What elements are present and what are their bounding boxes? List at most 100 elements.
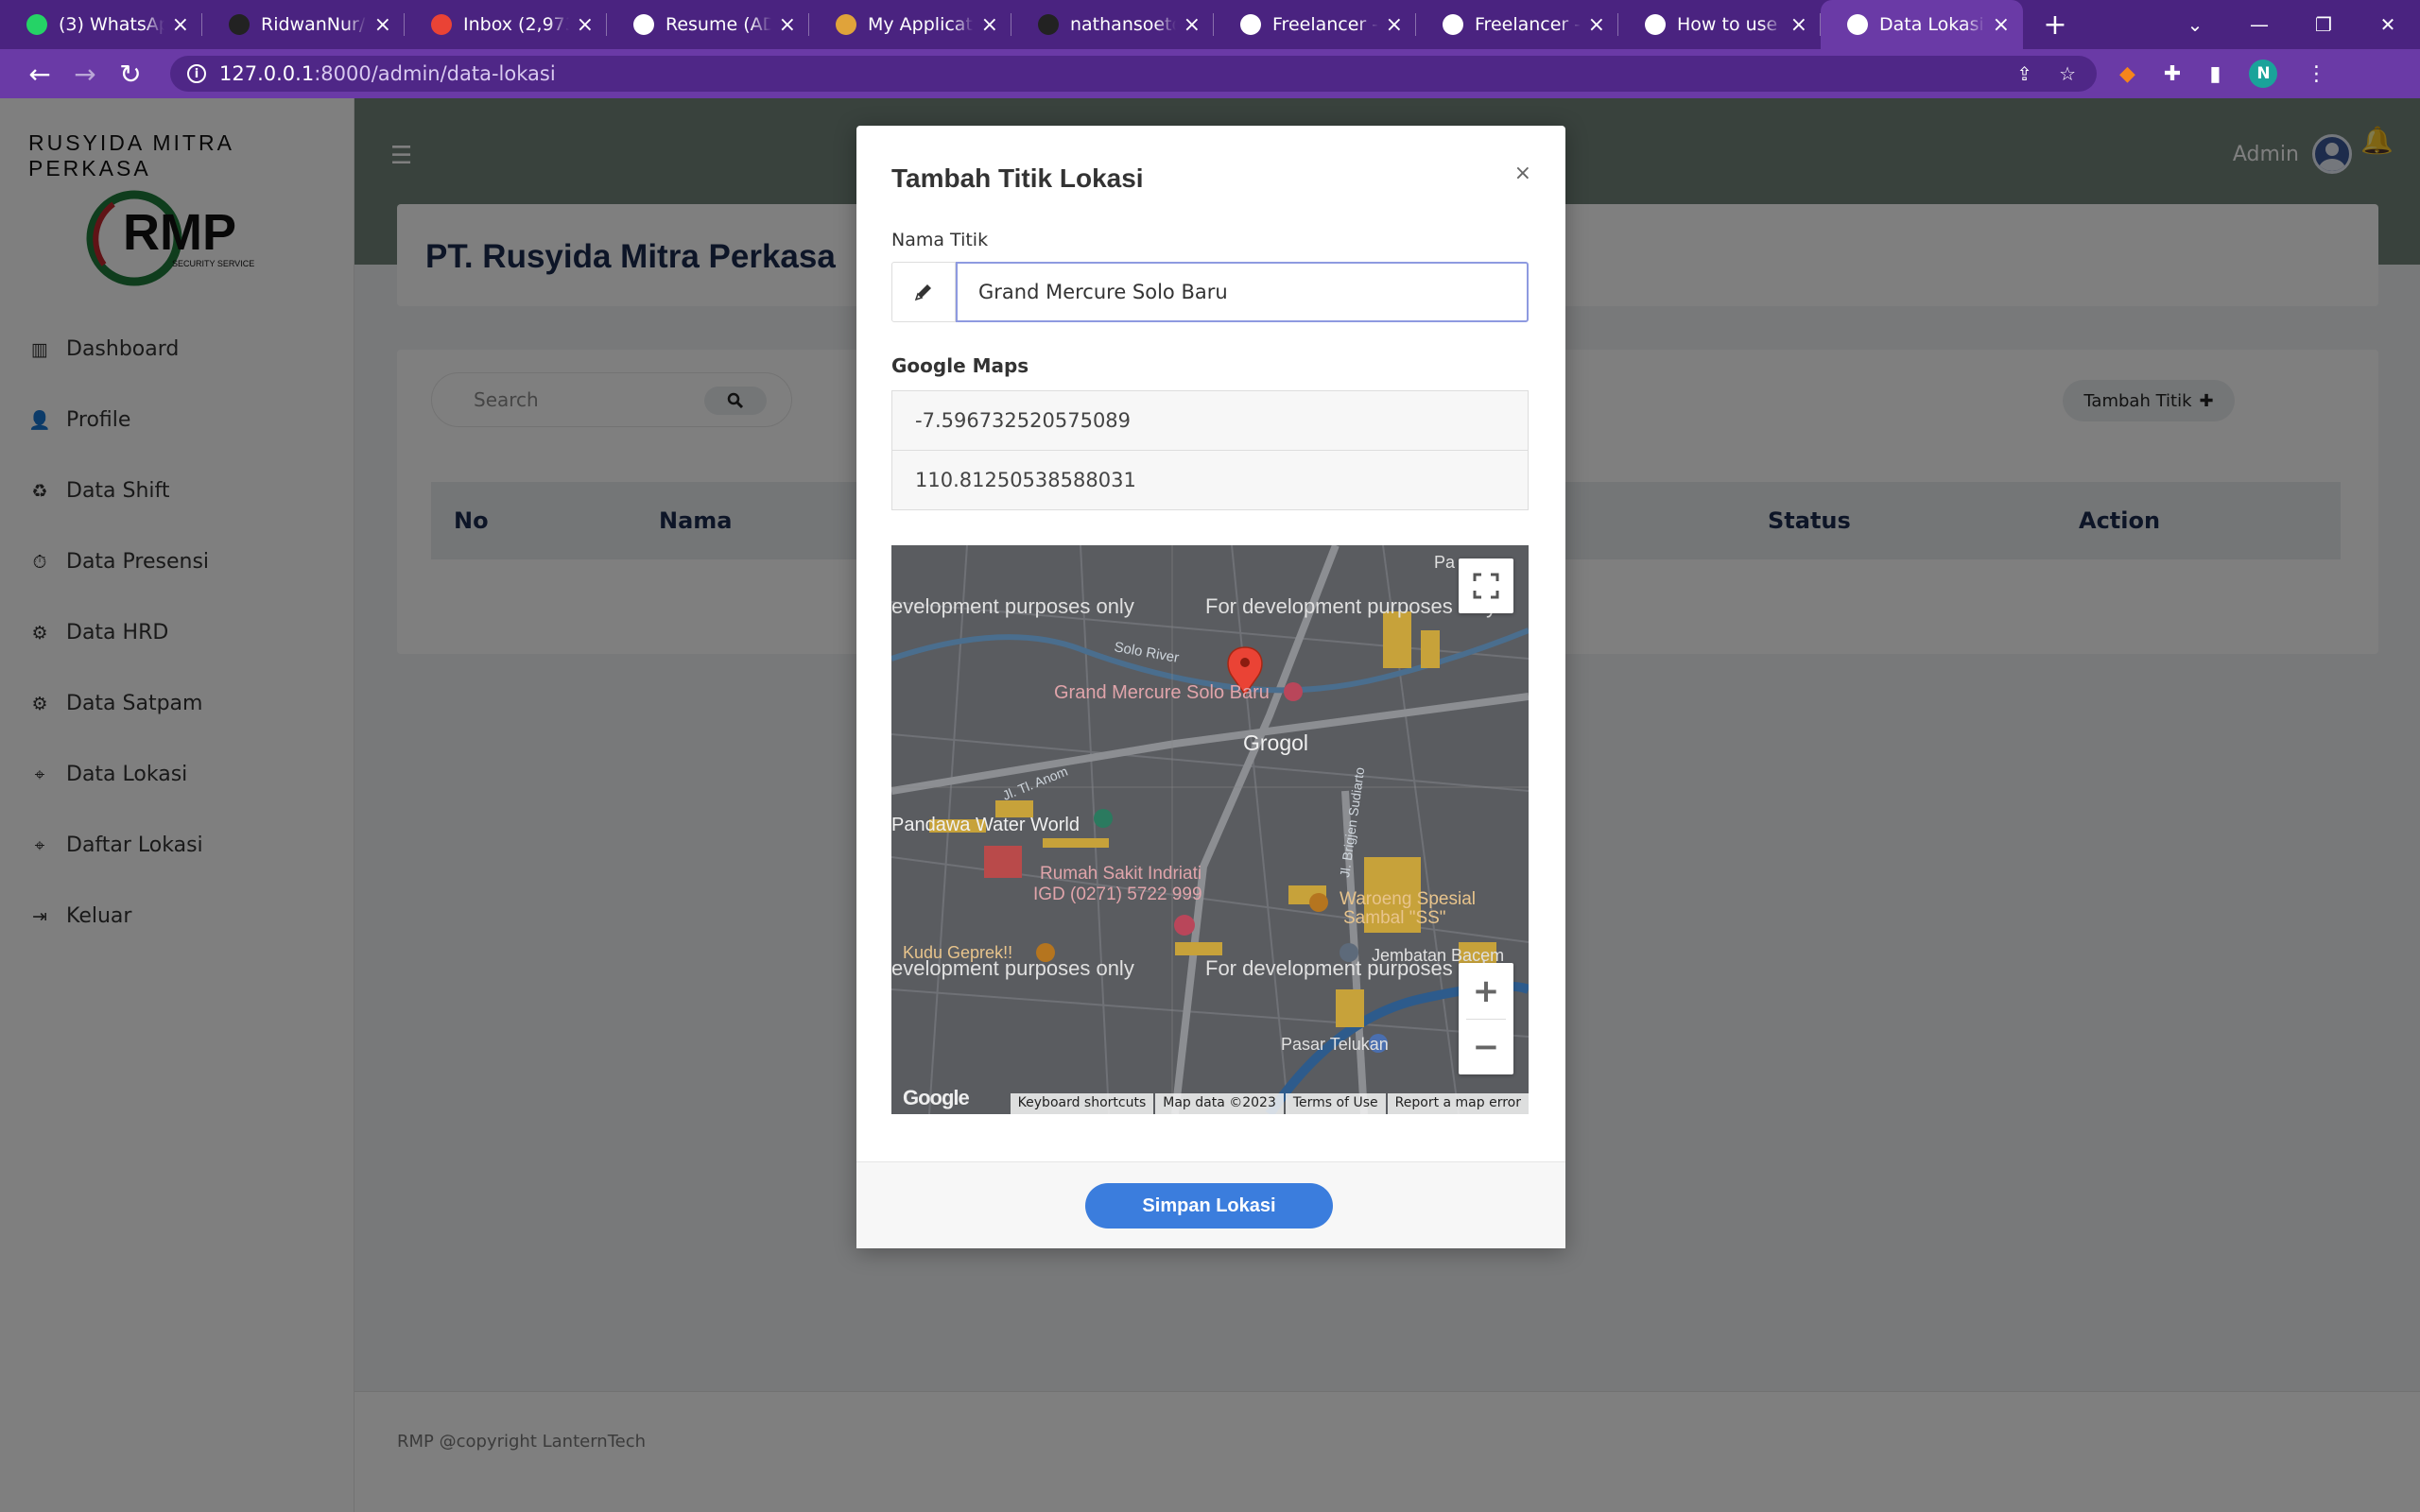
tab-title: nathansoetop [1070,14,1176,35]
map-watermark: For development purposes only [1205,594,1496,618]
google-logo: Google [903,1086,970,1109]
restaurant-poi-icon[interactable] [1309,893,1328,912]
browser-menu-icon[interactable]: ⋮ [2306,62,2326,86]
url-path: :8000/admin/data-lokasi [314,62,556,85]
address-toolbar: ← → ↻ i 127.0.0.1:8000/admin/data-lokasi… [0,49,2420,98]
map-label-top-right: Pa [1434,553,1456,572]
terms-of-use-link[interactable]: Terms of Use [1285,1093,1386,1114]
tab-title: Data Lokasi [1879,14,1984,35]
extensions-puzzle-icon[interactable]: ✚ [2164,62,2181,86]
browser-tab[interactable]: Inbox (2,973) - × [405,0,607,49]
profile-avatar[interactable]: N [2249,60,2278,88]
modal-close-button[interactable]: × [1514,162,1531,185]
reload-button[interactable]: ↻ [108,59,153,90]
tab-close-icon[interactable]: × [1993,13,2010,37]
tab-close-icon[interactable]: × [1184,13,1201,37]
globe-icon [1847,14,1868,35]
browser-tab[interactable]: Freelancer - N × [1416,0,1618,49]
tab-close-icon[interactable]: × [1386,13,1403,37]
zoom-control: + − [1459,963,1513,1074]
restore-button[interactable]: ❐ [2291,13,2356,36]
app-icon [836,14,856,35]
tab-title: Inbox (2,973) - [463,14,569,35]
map-watermark: evelopment purposes only [891,594,1134,618]
map-canvas[interactable]: evelopment purposes only For development… [891,545,1529,1114]
github-icon [1038,14,1059,35]
browser-tab-strip: (3) WhatsApp×RidwanNur/pr×Inbox (2,973) … [0,0,2420,49]
google-maps-label: Google Maps [891,354,1029,377]
tab-close-icon[interactable]: × [1790,13,1807,37]
tab-close-icon[interactable]: × [577,13,594,37]
globe-icon [1240,14,1261,35]
keyboard-shortcuts-link[interactable]: Keyboard shortcuts [1010,1093,1154,1114]
person-icon [1645,14,1666,35]
url-bar[interactable]: i 127.0.0.1:8000/admin/data-lokasi ⇪ ☆ [170,56,2097,92]
name-label: Nama Titik [891,230,989,250]
tab-title: (3) WhatsApp [59,14,164,35]
browser-tab[interactable]: My Application × [809,0,1011,49]
close-window-button[interactable]: ✕ [2356,13,2420,36]
map-label-hotel: Grand Mercure Solo Baru [1054,682,1270,703]
site-info-icon[interactable]: i [187,64,206,83]
modal-footer: Simpan Lokasi [856,1161,1565,1248]
google-map[interactable]: evelopment purposes only For development… [891,545,1529,1114]
map-label-jembatan: Jembatan Bacem [1372,946,1504,965]
side-panel-icon[interactable]: ▮ [2209,62,2221,86]
map-label-brigjen: Jl. Brigjen Sudiarto [1337,766,1367,879]
latitude-field[interactable]: -7.596732520575089 [891,390,1529,451]
map-label-hospital-phone: IGD (0271) 5722 999 [1033,885,1202,904]
zoom-divider [1466,1019,1506,1020]
save-location-button[interactable]: Simpan Lokasi [1085,1183,1333,1228]
fullscreen-icon [1473,573,1499,599]
tab-close-icon[interactable]: × [172,13,189,37]
zoom-in-button[interactable]: + [1459,963,1513,1019]
map-label-grogol: Grogol [1243,730,1308,755]
forward-button[interactable]: → [62,59,108,90]
window-controls: ⌄ — ❐ ✕ [2163,0,2420,49]
browser-tab[interactable]: Data Lokasi × [1821,0,2023,49]
tab-title: How to use La [1677,14,1783,35]
browser-tab[interactable]: How to use La × [1618,0,1821,49]
map-label-pasar-telukan: Pasar Telukan [1281,1035,1389,1054]
map-label-water-world: Pandawa Water World [891,815,1080,835]
browser-tab[interactable]: Freelancer - N × [1214,0,1416,49]
tab-close-icon[interactable]: × [779,13,796,37]
tab-close-icon[interactable]: × [981,13,998,37]
fullscreen-button[interactable] [1459,558,1513,613]
report-map-error-link[interactable]: Report a map error [1387,1093,1529,1114]
minimize-button[interactable]: — [2227,13,2291,36]
browser-tab[interactable]: RidwanNur/pr × [202,0,405,49]
water-park-poi-icon[interactable] [1094,809,1113,828]
tab-close-icon[interactable]: × [374,13,391,37]
hotel-poi-icon[interactable] [1284,682,1303,701]
location-name-input[interactable] [956,262,1529,322]
bookmark-star-icon[interactable]: ☆ [2059,62,2076,85]
pencil-icon [891,262,956,322]
longitude-field[interactable]: 110.81250538588031 [891,450,1529,510]
add-location-modal: Tambah Titik Lokasi × Nama Titik Google … [856,126,1565,1248]
github-icon [229,14,250,35]
new-tab-button[interactable]: + [2036,9,2074,42]
tab-search-icon[interactable]: ⌄ [2163,13,2227,36]
modal-title: Tambah Titik Lokasi [891,163,1144,193]
browser-tab[interactable]: nathansoetop × [1011,0,1214,49]
browser-tab[interactable]: Resume (ADDI × [607,0,809,49]
gmail-icon [431,14,452,35]
share-icon[interactable]: ⇪ [2016,62,2032,85]
hospital-poi-icon[interactable] [1174,915,1195,936]
globe-icon [1443,14,1463,35]
tab-close-icon[interactable]: × [1588,13,1605,37]
tab-title: My Application [868,14,974,35]
back-button[interactable]: ← [17,59,62,90]
map-label-sambal: Sambal "SS" [1343,908,1446,928]
map-label-kudu-geprek: Kudu Geprek!! [903,943,1012,962]
zoom-out-button[interactable]: − [1459,1019,1513,1074]
url-host: 127.0.0.1 [219,62,315,85]
tab-title: RidwanNur/pr [261,14,367,35]
metamask-extension-icon[interactable]: ◆ [2119,62,2135,86]
whatsapp-icon [26,14,47,35]
tab-title: Freelancer - N [1475,14,1581,35]
tab-title: Resume (ADDI [666,14,771,35]
map-attribution-bar: Keyboard shortcuts Map data ©2023 Terms … [1009,1093,1529,1114]
browser-tab[interactable]: (3) WhatsApp × [0,0,202,49]
